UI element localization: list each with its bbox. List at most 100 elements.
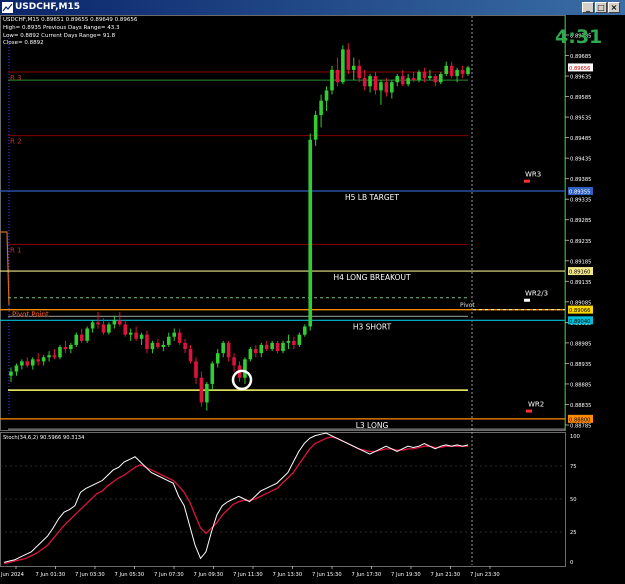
price-label: 0.88935	[570, 362, 591, 368]
stoch-scale-label: 100	[570, 434, 580, 440]
candle-body	[85, 328, 89, 341]
candle-body	[248, 349, 253, 360]
stoch-title: Stoch(34,6,2) 90.5966 90.3134	[3, 435, 85, 441]
candle-body	[107, 324, 111, 333]
time-label: 7 Jun 21:30	[431, 572, 461, 578]
window-titlebar[interactable]: USDCHF,M15 _ □ ×	[0, 0, 625, 15]
stoch-signal-line	[3, 436, 468, 565]
time-label: 7 Jun 09:30	[194, 572, 224, 578]
price-label: 0.89485	[570, 136, 591, 142]
wr23-marker	[524, 298, 530, 302]
candle-body	[215, 353, 220, 364]
price-label: 0.88835	[570, 403, 591, 409]
candle-body	[373, 76, 378, 91]
candle-body	[14, 365, 19, 372]
candle-body	[232, 357, 236, 366]
candle-body	[286, 340, 291, 343]
time-label: 7 Jun 17:30	[352, 572, 382, 578]
r1-label: R 1	[10, 246, 22, 254]
candle-body	[368, 76, 372, 87]
candle-body	[400, 76, 405, 85]
main-pane-border	[0, 15, 566, 431]
candle-body	[259, 344, 264, 354]
time-label: 7 Jun 03:30	[75, 572, 105, 578]
candle-body	[36, 359, 41, 362]
price-marker-label-0: 0.89656	[569, 66, 590, 72]
time-label: 7 Jun 13:30	[273, 572, 303, 578]
candle-body	[205, 383, 209, 403]
candle-body	[449, 65, 454, 77]
wr2-label: WR2	[528, 401, 544, 409]
time-label: 7 Jun 2024	[0, 572, 25, 578]
candle-body	[101, 324, 106, 333]
candle-body	[128, 332, 133, 335]
price-label: 0.89535	[570, 116, 591, 122]
candle-body	[297, 334, 302, 345]
price-label: 0.89135	[570, 280, 591, 286]
stoch-scale-label: 75	[570, 464, 577, 470]
candle-body	[74, 334, 79, 345]
h5-label: H5 LB TARGET	[345, 193, 399, 202]
candle-body	[161, 344, 166, 347]
candle-body	[47, 355, 51, 358]
candle-body	[428, 76, 432, 79]
candle-body	[379, 82, 383, 91]
candle-body	[411, 78, 416, 81]
price-chart[interactable]: R 3 R 2 R 1 Pivot Point H5 LB TARGET H4 LONG …	[0, 15, 625, 580]
r2-label: R 2	[10, 138, 22, 146]
stoch-main-line	[3, 432, 469, 563]
time-label: 7 Jun 23:30	[470, 572, 500, 578]
candle-body	[9, 371, 13, 376]
h4-label: H4 LONG BREAKOUT	[333, 273, 411, 282]
price-label: 0.89685	[570, 54, 591, 60]
candle-body	[455, 69, 459, 77]
close-line: Close= 0.8892	[3, 40, 44, 46]
candle-timer: 4:31	[555, 26, 603, 48]
range-line-1: High= 0.8935 Previous Days Range= 43.3	[3, 25, 120, 31]
wr2-marker	[526, 409, 532, 413]
price-marker-label-2: 0.89160	[569, 270, 590, 276]
previous-day-line	[0, 231, 10, 306]
stoch-scale-label: 0	[570, 560, 573, 566]
price-label: 0.88985	[570, 341, 591, 347]
candle-body	[308, 139, 313, 327]
price-label: 0.89435	[570, 157, 591, 163]
candle-body	[422, 71, 427, 79]
candle-body	[460, 69, 465, 74]
candle-body	[150, 342, 155, 350]
highlight-circle	[231, 369, 253, 391]
range-line-2: Low= 0.8892 Current Days Range= 91.8	[3, 33, 116, 39]
price-label: 0.89385	[570, 177, 591, 183]
candle-body	[79, 334, 84, 341]
chart-canvas[interactable]: R 3 R 2 R 1 Pivot Point H5 LB TARGET H4 LONG …	[0, 15, 625, 580]
price-label: 0.89285	[570, 218, 591, 224]
candle-body	[330, 69, 334, 91]
candle-body	[313, 115, 318, 140]
stoch-scale-label: 25	[570, 530, 577, 536]
wr3-marker	[524, 179, 530, 183]
candle-body	[199, 377, 204, 403]
time-label: 7 Jun 19:30	[391, 572, 421, 578]
window-title: USDCHF,M15	[15, 2, 80, 12]
l3-label: L3 LONG	[356, 421, 389, 430]
price-label: 0.89085	[570, 300, 591, 306]
price-marker-label-5: 0.88800	[569, 417, 590, 423]
candle-body	[341, 49, 345, 83]
price-label: 0.88785	[570, 424, 591, 430]
candle-body	[346, 49, 351, 70]
candle-body	[177, 332, 182, 343]
wr23-label: WR2/3	[525, 290, 548, 298]
candle-body	[172, 332, 177, 337]
close-button[interactable]: ×	[608, 2, 620, 13]
candle-body	[188, 349, 193, 362]
candle-body	[69, 344, 73, 350]
candle-body	[351, 65, 356, 70]
candle-body	[123, 324, 128, 335]
candle-body	[96, 322, 100, 325]
minimize-button[interactable]: _	[582, 2, 594, 13]
price-marker-label-3: 0.89066	[569, 308, 590, 314]
candle-body	[20, 361, 24, 366]
maximize-button[interactable]: □	[595, 2, 607, 13]
candles-group	[9, 43, 470, 411]
candle-body	[384, 82, 389, 93]
